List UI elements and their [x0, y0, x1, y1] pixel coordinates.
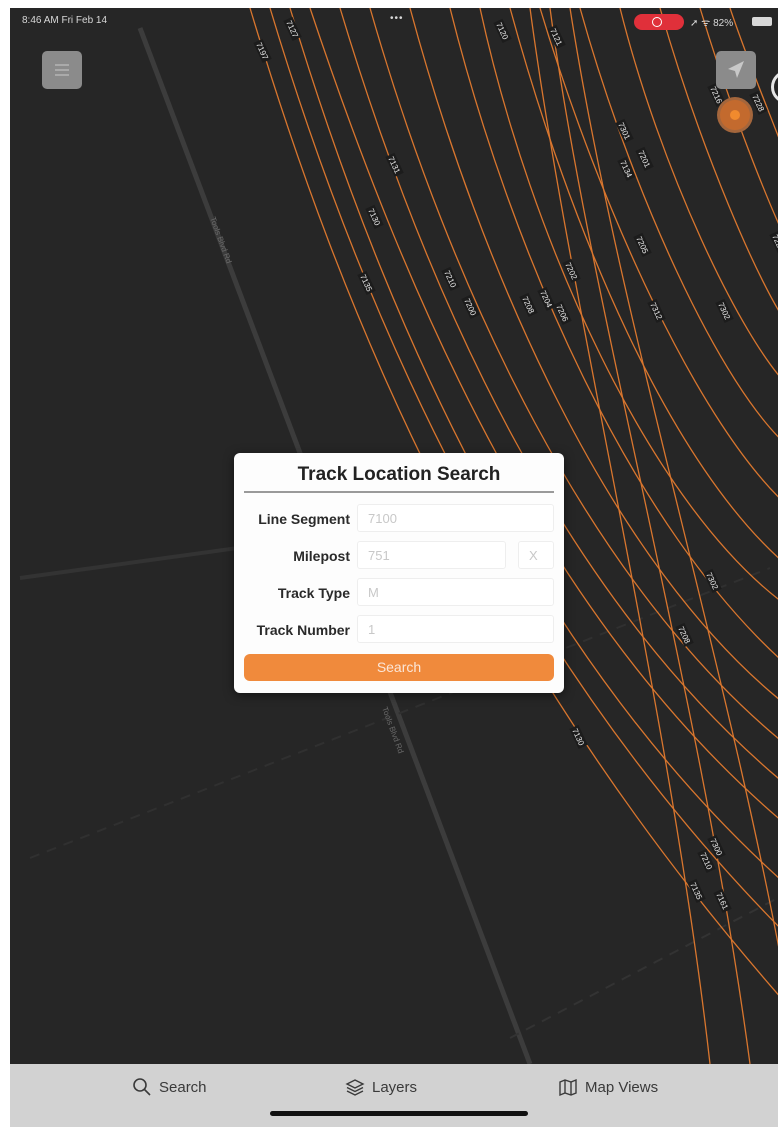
track-location-search-dialog: Track Location Search Line Segment 7100 … — [234, 453, 564, 693]
user-location-marker — [720, 100, 750, 130]
status-time: 8:46 AM Fri Feb 14 — [22, 15, 108, 26]
dialog-title: Track Location Search — [297, 464, 501, 485]
user-location-dot — [730, 110, 740, 120]
track-type-input[interactable]: M — [357, 578, 554, 606]
tab-map-views[interactable]: Map Views — [558, 1074, 658, 1100]
tab-layers-label: Layers — [372, 1078, 418, 1096]
search-button[interactable]: Search — [244, 654, 554, 681]
menu-button[interactable] — [42, 51, 82, 89]
milepost-suffix-input[interactable]: X — [518, 541, 554, 569]
record-icon — [652, 17, 662, 27]
magnifier-icon — [133, 1078, 151, 1096]
track-line — [289, 8, 778, 878]
tab-search[interactable]: Search — [132, 1074, 207, 1100]
track-type-label: Track Type — [277, 585, 350, 601]
track-label: 7225 — [770, 233, 778, 253]
track-number-label: Track Number — [256, 622, 350, 638]
street-label: Tools Blvd Rd — [208, 216, 233, 265]
title-divider — [244, 491, 554, 493]
line-segment-label: Line Segment — [258, 511, 350, 527]
line-segment-input[interactable]: 7100 — [357, 504, 554, 532]
locate-me-button[interactable] — [716, 51, 756, 89]
app-window: 7127 7197 7131 7130 7135 7210 7200 7202 7204 7206… — [10, 8, 778, 1127]
map-icon — [559, 1078, 577, 1097]
track-number-input[interactable]: 1 — [357, 615, 554, 643]
home-indicator — [270, 1111, 528, 1116]
milepost-label: Milepost — [293, 548, 350, 564]
track-line — [569, 8, 778, 947]
street-line — [509, 897, 778, 1039]
multitasking-dots[interactable]: ••• — [390, 13, 404, 24]
status-indicators: ➚ ᯤ 82% — [690, 18, 734, 29]
status-bar: 8:46 AM Fri Feb 14 ••• ➚ ᯤ 82% — [10, 8, 778, 34]
battery-icon — [752, 17, 772, 26]
layers-icon — [345, 1079, 365, 1096]
tab-map-views-label: Map Views — [585, 1078, 659, 1096]
hamburger-icon — [55, 64, 69, 76]
tab-search-label: Search — [159, 1078, 207, 1096]
milepost-input[interactable]: 751 — [357, 541, 506, 569]
location-arrow-icon — [728, 61, 744, 78]
tab-bar: Search Layers Map Views — [10, 1064, 778, 1127]
tab-layers[interactable]: Layers — [345, 1074, 417, 1100]
screen-recording-indicator[interactable] — [634, 14, 684, 30]
